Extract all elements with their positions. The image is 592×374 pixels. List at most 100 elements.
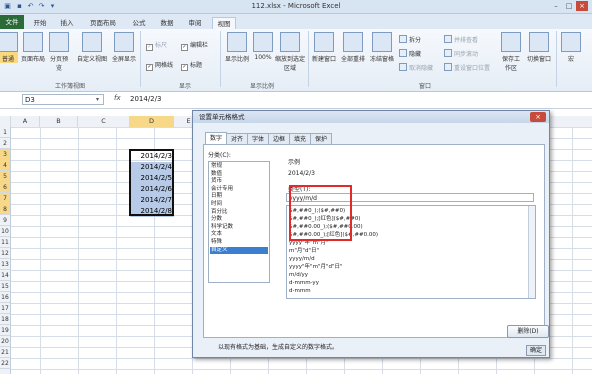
row-header[interactable]: 2 <box>0 138 10 149</box>
unhide-button[interactable]: 取消隐藏 <box>399 63 433 72</box>
insert-function-icon[interactable]: fx <box>114 94 121 102</box>
group-separator <box>140 31 141 87</box>
name-box[interactable]: D3 <box>22 94 104 105</box>
tab-page-layout[interactable]: 页面布局 <box>86 17 120 29</box>
custom-views-button[interactable]: 自定义视图 <box>74 32 110 63</box>
format-item[interactable]: yyyy/m/d <box>289 255 315 263</box>
formula-bar-checkbox[interactable]: ✓ 编辑栏 <box>181 41 208 51</box>
reset-window-position-button[interactable]: 重设窗口位置 <box>444 63 490 72</box>
tab-formulas[interactable]: 公式 <box>129 17 149 29</box>
zoom-to-selection-button[interactable]: 缩放到选定区域 <box>274 32 306 72</box>
zoom-button[interactable]: 显示比例 <box>223 32 251 63</box>
category-item[interactable]: 数值 <box>210 171 268 178</box>
zoom-100-button[interactable]: 100% <box>252 32 274 61</box>
checkbox-icon: ✓ <box>146 44 153 51</box>
name-box-dropdown-icon[interactable]: ▾ <box>96 96 99 103</box>
page-layout-view-button[interactable]: 页面布局 <box>20 32 46 63</box>
split-button[interactable]: 拆分 <box>399 35 421 44</box>
formula-input[interactable]: 2014/2/3 <box>130 94 592 105</box>
row-header[interactable]: 21 <box>0 347 10 358</box>
category-item[interactable]: 会计专用 <box>210 186 268 193</box>
category-item[interactable]: 常规 <box>210 163 268 170</box>
category-item[interactable]: 分数 <box>210 216 268 223</box>
full-screen-button[interactable]: 全屏显示 <box>110 32 138 63</box>
synchronous-scrolling-button[interactable]: 同步滚动 <box>444 49 478 58</box>
category-item[interactable]: 时间 <box>210 201 268 208</box>
category-item[interactable]: 货币 <box>210 178 268 185</box>
format-list-scrollbar[interactable] <box>528 206 535 298</box>
format-item[interactable]: m/d/yy <box>289 271 308 279</box>
switch-windows-button[interactable]: 切换窗口 <box>526 32 552 63</box>
tab-data[interactable]: 数据 <box>157 17 177 29</box>
row-header[interactable]: 13 <box>0 259 10 270</box>
row-header[interactable]: 11 <box>0 237 10 248</box>
row-header[interactable]: 3 <box>0 149 10 160</box>
maximize-button[interactable]: □ <box>563 1 575 11</box>
category-item[interactable]: 特殊 <box>210 239 268 246</box>
view-side-by-side-button[interactable]: 并排查看 <box>444 35 478 44</box>
category-item[interactable]: 日期 <box>210 193 268 200</box>
freeze-panes-button[interactable]: 冻结窗格 <box>368 32 396 63</box>
row-header[interactable]: 14 <box>0 270 10 281</box>
new-window-button[interactable]: 新建窗口 <box>310 32 338 63</box>
row-header[interactable]: 1 <box>0 127 10 138</box>
row-header[interactable]: 4 <box>0 160 10 171</box>
normal-view-icon <box>0 32 18 52</box>
row-header[interactable]: 17 <box>0 303 10 314</box>
category-item[interactable]: 自定义 <box>210 246 268 254</box>
row-header[interactable]: 16 <box>0 292 10 303</box>
tab-insert[interactable]: 插入 <box>57 17 77 29</box>
column-header[interactable]: C <box>78 116 130 127</box>
arrange-all-button[interactable]: 全部重排 <box>339 32 367 63</box>
row-header[interactable]: 12 <box>0 248 10 259</box>
page-break-icon <box>49 32 69 52</box>
category-item[interactable]: 百分比 <box>210 209 268 216</box>
side-by-side-icon <box>444 35 452 43</box>
dialog-title: 设置单元格格式 <box>193 111 549 123</box>
tab-home[interactable]: 开始 <box>30 17 50 29</box>
annotation-highlight-box <box>289 185 352 241</box>
macro-icon <box>561 32 581 52</box>
row-header[interactable]: 18 <box>0 314 10 325</box>
tab-review[interactable]: 审阅 <box>185 17 205 29</box>
dialog-close-button[interactable]: × <box>530 112 546 122</box>
row-header[interactable]: 10 <box>0 226 10 237</box>
group-label-zoom: 显示比例 <box>249 83 274 90</box>
select-all-corner[interactable] <box>0 116 11 127</box>
page-break-preview-button[interactable]: 分页预览 <box>48 32 70 72</box>
row-header[interactable]: 20 <box>0 336 10 347</box>
row-header[interactable]: 5 <box>0 171 10 182</box>
column-header[interactable]: D <box>130 116 174 127</box>
gridlines-checkbox[interactable]: ✓ 网格线 <box>146 61 173 71</box>
close-button[interactable]: × <box>576 1 588 11</box>
row-header[interactable]: 8 <box>0 204 10 215</box>
row-header[interactable]: 15 <box>0 281 10 292</box>
ok-button[interactable]: 确定 <box>526 345 546 356</box>
format-item[interactable]: d-mmm-yy <box>289 279 319 287</box>
category-item[interactable]: 文本 <box>210 231 268 238</box>
save-workspace-button[interactable]: 保存工作区 <box>500 32 522 72</box>
category-list[interactable]: 常规 数值 货币 会计专用 日期 时间 百分比 分数 科学记数 文本 特殊 自定义 <box>208 161 270 283</box>
new-window-icon <box>314 32 334 52</box>
category-item[interactable]: 科学记数 <box>210 224 268 231</box>
format-item[interactable]: m"月"d"日" <box>289 247 319 255</box>
ruler-checkbox[interactable]: ✓ 标尺 <box>146 41 167 51</box>
hide-icon <box>399 49 407 57</box>
column-header[interactable]: B <box>40 116 78 127</box>
row-header[interactable]: 19 <box>0 325 10 336</box>
row-header[interactable]: 22 <box>0 358 10 369</box>
row-header[interactable]: 7 <box>0 193 10 204</box>
headings-checkbox[interactable]: ✓ 标题 <box>181 61 202 71</box>
row-header[interactable]: 9 <box>0 215 10 226</box>
ribbon-tab-row: 文件 开始 插入 页面布局 公式 数据 审阅 视图 <box>0 14 592 30</box>
delete-format-button[interactable]: 删除(D) <box>507 325 549 338</box>
minimize-button[interactable]: – <box>550 1 562 11</box>
macros-button[interactable]: 宏 <box>560 32 582 63</box>
format-item[interactable]: yyyy"年"m"月"d"日" <box>289 263 343 271</box>
format-item[interactable]: d-mmm <box>289 287 311 295</box>
row-header[interactable]: 6 <box>0 182 10 193</box>
column-header[interactable]: A <box>11 116 40 127</box>
tab-file[interactable]: 文件 <box>0 15 24 29</box>
hide-button[interactable]: 隐藏 <box>399 49 421 58</box>
normal-view-button[interactable]: 普通 <box>0 32 18 63</box>
